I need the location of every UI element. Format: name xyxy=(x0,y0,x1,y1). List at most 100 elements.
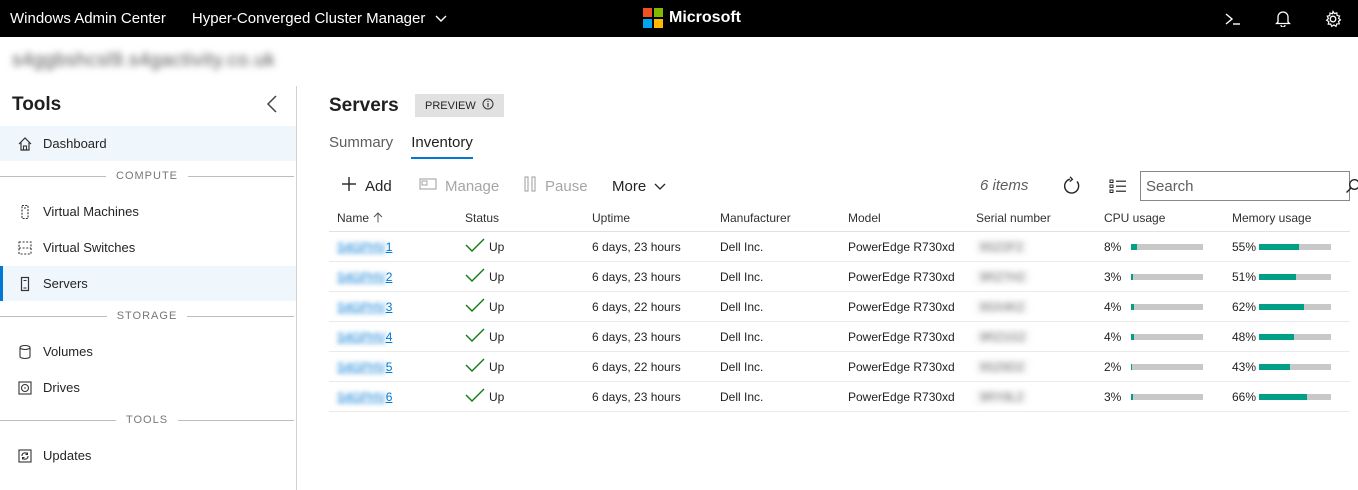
tab-summary[interactable]: Summary xyxy=(329,134,393,159)
server-name-suffix: 6 xyxy=(385,389,393,404)
server-name-link[interactable]: S4GPHV3 xyxy=(337,300,392,314)
status-text: Up xyxy=(489,329,505,344)
memory-usage-text: 48% xyxy=(1232,329,1257,344)
cpu-usage-cell: 3% xyxy=(1104,262,1203,291)
group-compute: COMPUTE xyxy=(0,169,296,183)
table-row[interactable]: S4GPHV5 Up 6 days, 22 hours Dell Inc. PowerE… xyxy=(329,352,1350,382)
server-name-link[interactable]: S4GPHV1 xyxy=(337,240,392,254)
bell-icon[interactable] xyxy=(1258,0,1308,37)
pause-label: Pause xyxy=(545,177,588,195)
tools-sidebar: Tools Dashboard COMPUTE Virtual Machines… xyxy=(0,86,297,490)
manufacturer-cell: Dell Inc. xyxy=(720,389,764,404)
app-title[interactable]: Windows Admin Center xyxy=(10,10,166,27)
memory-usage-cell: 66% xyxy=(1232,382,1331,411)
column-header-manufacturer[interactable]: Manufacturer xyxy=(720,204,791,231)
cpu-usage-cell: 4% xyxy=(1104,292,1203,321)
sidebar-item-virtual-machines[interactable]: Virtual Machines xyxy=(0,194,296,229)
preview-badge[interactable]: PREVIEW xyxy=(415,94,504,117)
checkmark-icon xyxy=(465,328,485,345)
table-row[interactable]: S4GPHV1 Up 6 days, 23 hours Dell Inc. PowerE… xyxy=(329,232,1350,262)
status-cell: Up xyxy=(465,322,504,351)
status-text: Up xyxy=(489,269,505,284)
server-name-link[interactable]: S4GPHV2 xyxy=(337,270,392,284)
more-button[interactable]: More xyxy=(612,174,666,198)
manage-button[interactable]: Manage xyxy=(419,174,499,198)
badge-label: PREVIEW xyxy=(425,99,476,112)
serial-number-cell: 9RY8L2 xyxy=(976,382,1028,411)
sidebar-item-virtual-switches[interactable]: Virtual Switches xyxy=(0,230,296,265)
brand-text: Microsoft xyxy=(669,9,741,26)
table-row[interactable]: S4GPHV3 Up 6 days, 22 hours Dell Inc. PowerE… xyxy=(329,292,1350,322)
app-switcher-dropdown[interactable]: Hyper-Converged Cluster Manager xyxy=(192,10,447,27)
page-title: Servers xyxy=(329,95,399,116)
search-input[interactable] xyxy=(1141,173,1345,199)
more-label: More xyxy=(612,177,647,195)
manufacturer-cell: Dell Inc. xyxy=(720,239,764,254)
terminal-icon[interactable] xyxy=(1208,0,1258,37)
manufacturer-cell: Dell Inc. xyxy=(720,299,764,314)
server-name-suffix: 4 xyxy=(385,329,393,344)
cpu-usage-text: 3% xyxy=(1104,389,1122,404)
sidebar-item-drives[interactable]: Drives xyxy=(0,370,296,405)
add-button[interactable]: Add xyxy=(341,174,392,198)
serial-number-cell: 9RZ7H2 xyxy=(976,262,1029,291)
memory-usage-bar xyxy=(1259,243,1331,250)
server-name-link[interactable]: S4GPHV6 xyxy=(337,390,392,404)
uptime-cell: 6 days, 23 hours xyxy=(592,269,681,284)
column-header-name[interactable]: Name xyxy=(337,204,383,231)
gear-icon[interactable] xyxy=(1308,0,1358,37)
search-icon[interactable] xyxy=(1345,178,1358,194)
status-text: Up xyxy=(489,389,505,404)
group-tools: TOOLS xyxy=(0,413,296,427)
checkmark-icon xyxy=(465,268,485,285)
plus-icon xyxy=(341,176,357,196)
column-header-serial-number[interactable]: Serial number xyxy=(976,204,1051,231)
column-header-uptime[interactable]: Uptime xyxy=(592,204,630,231)
sidebar-item-servers[interactable]: Servers xyxy=(0,266,296,301)
serial-number-text: 9RY8L2 xyxy=(976,389,1028,404)
cpu-usage-fill xyxy=(1131,393,1134,400)
checkmark-icon xyxy=(465,238,485,255)
manage-icon xyxy=(419,177,437,195)
serial-number-text: 9RZ7H2 xyxy=(976,269,1029,284)
model-cell: PowerEdge R730xd xyxy=(848,359,955,374)
checkmark-icon xyxy=(465,388,485,405)
pause-button[interactable]: Pause xyxy=(523,174,588,198)
group-storage: STORAGE xyxy=(0,309,296,323)
column-header-cpu-usage[interactable]: CPU usage xyxy=(1104,204,1165,231)
model-cell: PowerEdge R730xd xyxy=(848,299,955,314)
table-row[interactable]: S4GPHV6 Up 6 days, 23 hours Dell Inc. PowerE… xyxy=(329,382,1350,412)
sidebar-item-volumes[interactable]: Volumes xyxy=(0,334,296,369)
model-cell: PowerEdge R730xd xyxy=(848,329,955,344)
sidebar-item-label: Virtual Switches xyxy=(43,240,136,255)
server-name-link[interactable]: S4GPHV4 xyxy=(337,330,392,344)
tab-inventory[interactable]: Inventory xyxy=(411,134,473,159)
cpu-usage-bar xyxy=(1131,303,1203,310)
serial-number-text: 9SZ2F2 xyxy=(976,239,1027,254)
column-chooser-button[interactable] xyxy=(1106,174,1130,198)
manufacturer-cell: Dell Inc. xyxy=(720,269,764,284)
column-header-status[interactable]: Status xyxy=(465,204,499,231)
vm-icon xyxy=(16,203,34,221)
refresh-button[interactable] xyxy=(1060,174,1084,198)
chevron-left-icon xyxy=(266,95,277,113)
cpu-usage-cell: 8% xyxy=(1104,232,1203,261)
info-icon xyxy=(482,98,494,113)
table-row[interactable]: S4GPHV4 Up 6 days, 23 hours Dell Inc. PowerE… xyxy=(329,322,1350,352)
table-row[interactable]: S4GPHV2 Up 6 days, 23 hours Dell Inc. PowerE… xyxy=(329,262,1350,292)
cpu-usage-fill xyxy=(1131,273,1134,280)
server-name-cell: S4GPHV4 xyxy=(337,322,392,351)
server-name-link[interactable]: S4GPHV5 xyxy=(337,360,392,374)
column-header-memory-usage[interactable]: Memory usage xyxy=(1232,204,1311,231)
servers-table: Name Status Uptime Manufacturer Model Se… xyxy=(329,204,1350,412)
sidebar-item-dashboard[interactable]: Dashboard xyxy=(0,126,296,161)
search-box[interactable] xyxy=(1140,171,1358,201)
cpu-usage-text: 4% xyxy=(1104,299,1122,314)
collapse-sidebar-button[interactable] xyxy=(265,94,283,114)
sidebar-title: Tools xyxy=(12,94,62,115)
sidebar-item-label: Updates xyxy=(43,448,92,463)
status-cell: Up xyxy=(465,262,504,291)
column-header-model[interactable]: Model xyxy=(848,204,881,231)
cpu-usage-fill xyxy=(1131,333,1134,340)
sidebar-item-updates[interactable]: Updates xyxy=(0,438,296,473)
